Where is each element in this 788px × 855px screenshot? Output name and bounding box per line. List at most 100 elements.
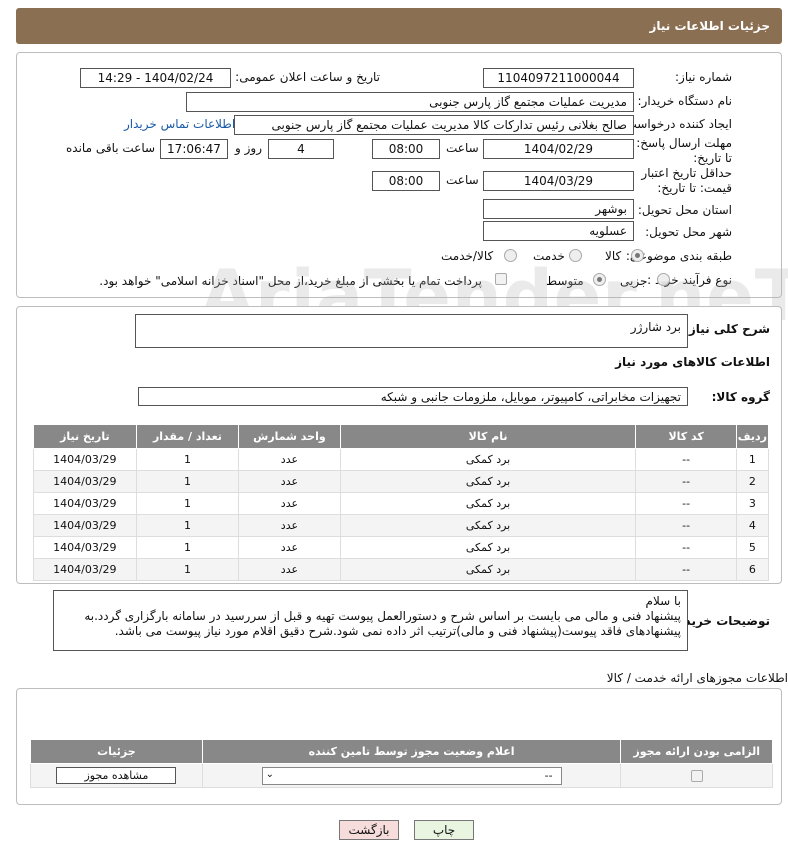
cell-code: -- [635,492,737,515]
licenses-table: الزامی بودن ارائه مجوز اعلام وضعیت مجوز … [30,739,773,788]
cell-name: برد کمکی [339,492,637,515]
page-header: جزئیات اطلاعات نیاز [16,8,782,44]
creator-label: ایجاد کننده درخواست: [621,117,732,131]
remaining-time-field: 17:06:47 [160,139,228,159]
cell-unit: عدد [238,470,341,493]
buyer-org-field: مدیریت عملیات مجتمع گاز پارس جنوبی [186,92,634,112]
cell-name: برد کمکی [339,536,637,559]
col-name: نام کالا [339,424,637,449]
deadline-time-label: ساعت [446,141,479,155]
cell-row: 6 [735,558,770,581]
license-status-value: -- [544,768,553,782]
cell-row: 1 [735,448,770,471]
cell-code: -- [635,470,737,493]
goods-group-field: تجهیزات مخابراتی، کامپیوتر، موبایل، ملزو… [138,387,688,406]
cell-date: 1404/03/29 [33,514,137,537]
col-license-status: اعلام وضعیت مجوز توسط تامین کننده [201,739,622,764]
license-required-checkbox [690,770,703,782]
cell-row: 3 [735,492,770,515]
licenses-table-header: الزامی بودن ارائه مجوز اعلام وضعیت مجوز … [30,739,773,764]
cell-code: -- [635,448,737,471]
creator-field: صالح بغلانی رئیس تدارکات کالا مدیریت عمل… [234,115,634,135]
days-label: روز و [235,141,262,155]
announce-label: تاریخ و ساعت اعلان عمومی: [235,70,380,84]
cell-name: برد کمکی [339,514,637,537]
cell-qty: 1 [135,558,240,581]
licenses-title: اطلاعات مجوزهای ارائه خدمت / کالا [606,671,788,685]
cell-name: برد کمکی [339,470,637,493]
city-label: شهر محل تحویل: [645,225,732,239]
cell-unit: عدد [238,558,341,581]
validity-time-field: 08:00 [372,171,440,191]
cell-date: 1404/03/29 [33,536,137,559]
cell-date: 1404/03/29 [33,470,137,493]
col-date: تاریخ نیاز [33,424,137,449]
chevron-down-icon: ⌄ [265,768,274,780]
cell-qty: 1 [135,448,240,471]
cell-date: 1404/03/29 [33,558,137,581]
cell-qty: 1 [135,536,240,559]
cell-date: 1404/03/29 [33,492,137,515]
city-field: عسلویه [483,221,634,241]
cell-row: 2 [735,470,770,493]
validity-date-field: 1404/03/29 [483,171,634,191]
col-code: کد کالا [635,424,737,449]
cell-qty: 1 [135,514,240,537]
table-row: 6 -- برد کمکی عدد 1 1404/03/29 [33,558,770,581]
cell-date: 1404/03/29 [33,448,137,471]
need-number-field: 1104097211000044 [483,68,634,88]
table-row: 2 -- برد کمکی عدد 1 1404/03/29 [33,470,770,493]
view-license-button[interactable]: مشاهده مجوز [56,767,177,784]
buyer-contact-link[interactable]: اطلاعات تماس خریدار [124,117,235,131]
table-row: 4 -- برد کمکی عدد 1 1404/03/29 [33,514,770,537]
cell-code: -- [635,558,737,581]
cell-code: -- [635,514,737,537]
announce-field: 1404/02/24 - 14:29 [80,68,231,88]
need-number-label: شماره نیاز: [675,70,732,84]
table-row: 3 -- برد کمکی عدد 1 1404/03/29 [33,492,770,515]
deadline-label: مهلت ارسال پاسخ: تا تاریخ: [636,136,732,165]
remaining-label: ساعت باقی مانده [66,141,156,155]
validity-time-label: ساعت [446,173,479,187]
table-row: -- ⌄ مشاهده مجوز [30,763,773,788]
buyer-notes-field: با سلام پیشنهاد فنی و مالی می بایست بر ا… [53,590,688,651]
back-button[interactable]: بازگشت [339,820,399,840]
page-title: جزئیات اطلاعات نیاز [649,19,770,33]
col-license-details: جزئیات [30,739,203,764]
cell-name: برد کمکی [339,448,637,471]
cell-code: -- [635,536,737,559]
cell-row: 4 [735,514,770,537]
col-license-required: الزامی بودن ارائه مجوز [620,739,773,764]
days-field: 4 [268,139,334,159]
cell-unit: عدد [238,448,341,471]
col-qty: تعداد / مقدار [135,424,240,449]
col-row: ردیف [735,424,770,449]
cell-qty: 1 [135,470,240,493]
cell-qty: 1 [135,492,240,515]
col-unit: واحد شمارش [238,424,341,449]
table-row: 1 -- برد کمکی عدد 1 1404/03/29 [33,448,770,471]
summary-field: برد شارژر [135,314,688,348]
cell-unit: عدد [238,536,341,559]
license-status-select[interactable]: -- ⌄ [261,766,562,785]
buyer-org-label: نام دستگاه خریدار: [637,94,733,108]
items-table-header: ردیف کد کالا نام کالا واحد شمارش تعداد /… [33,424,770,449]
goods-info-title: اطلاعات کالاهای مورد نیاز [615,355,770,369]
province-field: بوشهر [483,199,634,219]
validity-label: حداقل تاریخ اعتبار قیمت: تا تاریخ: [641,166,732,195]
buyer-notes-line-3: پیشنهادهای فاقد پیوست(پیشنهاد فنی و مالی… [114,624,681,638]
deadline-time-field: 08:00 [372,139,440,159]
cell-unit: عدد [238,514,341,537]
cell-unit: عدد [238,492,341,515]
goods-group-label: گروه کالا: [711,390,770,404]
license-details-cell: مشاهده مجوز [30,763,203,788]
buyer-notes-line-1: با سلام [645,594,681,608]
print-button[interactable]: چاپ [414,820,474,840]
cell-row: 5 [735,536,770,559]
license-required-cell [620,763,773,788]
summary-label: شرح کلی نیاز: [684,322,770,336]
buyer-notes-line-2: پیشنهاد فنی و مالی می بایست بر اساس شرح … [84,609,681,623]
table-row: 5 -- برد کمکی عدد 1 1404/03/29 [33,536,770,559]
province-label: استان محل تحویل: [637,203,732,217]
items-table: ردیف کد کالا نام کالا واحد شمارش تعداد /… [33,424,770,581]
